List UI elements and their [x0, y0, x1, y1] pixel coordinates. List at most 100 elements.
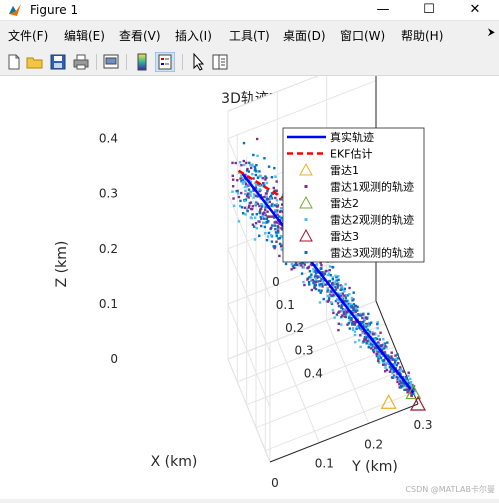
- observation-point: [300, 272, 304, 275]
- observation-point: [382, 338, 385, 341]
- observation-point: [343, 290, 346, 293]
- observation-point: [344, 296, 347, 299]
- observation-point: [273, 224, 277, 227]
- observation-point: [307, 266, 310, 269]
- observation-point: [274, 196, 277, 200]
- observation-point: [327, 294, 331, 298]
- observation-point: [332, 311, 335, 315]
- observation-point: [308, 269, 312, 273]
- observation-point: [336, 286, 339, 289]
- observation-point: [320, 282, 323, 286]
- legend-label: 雷达1: [330, 164, 359, 177]
- pointer-icon[interactable]: [188, 52, 208, 72]
- observation-point: [240, 163, 243, 167]
- observation-point: [258, 170, 261, 173]
- observation-point: [336, 302, 340, 305]
- legend-dot: [304, 218, 308, 221]
- toolbar-separator: [126, 54, 127, 70]
- colorbar-icon[interactable]: [132, 52, 152, 72]
- observation-point: [231, 190, 234, 193]
- observation-point: [277, 231, 280, 234]
- observation-point: [351, 299, 354, 302]
- print-icon[interactable]: [71, 52, 91, 72]
- observation-point: [293, 263, 296, 266]
- observation-point: [337, 278, 340, 281]
- menu-window[interactable]: 窗口(W): [340, 27, 385, 44]
- menu-insert[interactable]: 插入(I): [175, 27, 212, 44]
- observation-point: [242, 159, 246, 163]
- observation-point: [314, 270, 317, 273]
- x-tick-label: 0.3: [294, 344, 313, 358]
- minimize-button[interactable]: —: [360, 0, 406, 20]
- observation-point: [343, 294, 346, 297]
- observation-point: [330, 290, 333, 293]
- observation-point: [263, 211, 266, 214]
- observation-point: [379, 331, 382, 334]
- observation-point: [274, 220, 278, 224]
- z-axis-label: Z (km): [54, 241, 70, 288]
- observation-point: [255, 227, 258, 230]
- observation-point: [310, 273, 313, 276]
- z-tick-label: 0.2: [99, 242, 118, 256]
- y-tick-label: 0.1: [315, 457, 334, 471]
- observation-point: [340, 323, 343, 326]
- observation-point: [333, 316, 336, 319]
- save-icon[interactable]: [48, 52, 68, 72]
- z-tick-label: 0.4: [99, 132, 118, 146]
- menu-help[interactable]: 帮助(H): [401, 27, 443, 44]
- observation-point: [367, 346, 370, 349]
- menu-file[interactable]: 文件(F): [8, 27, 48, 44]
- observation-point: [314, 274, 317, 277]
- observation-point: [243, 199, 246, 203]
- figure-canvas[interactable]: 3D轨迹对比00.10.20.30.400.10.20.300.10.20.30…: [0, 52, 499, 499]
- observation-point: [249, 191, 253, 194]
- observation-point: [343, 287, 346, 291]
- menu-desktop[interactable]: 桌面(D): [283, 27, 326, 44]
- observation-point: [247, 188, 251, 191]
- observation-point: [340, 305, 343, 308]
- observation-point: [331, 266, 335, 269]
- observation-point: [327, 299, 331, 302]
- observation-point: [275, 205, 279, 208]
- observation-point: [275, 189, 278, 192]
- observation-point: [382, 347, 386, 350]
- observation-point: [385, 368, 389, 372]
- new-figure-icon[interactable]: [4, 52, 24, 72]
- observation-point: [270, 240, 274, 243]
- legend-icon[interactable]: [155, 52, 175, 72]
- menu-overflow-icon[interactable]: ⮞: [488, 27, 495, 38]
- observation-point: [244, 213, 247, 216]
- observation-point: [321, 285, 324, 288]
- maximize-button[interactable]: ☐: [406, 0, 452, 20]
- observation-point: [252, 153, 255, 157]
- menu-tools[interactable]: 工具(T): [229, 27, 270, 44]
- observation-point: [290, 268, 293, 271]
- observation-point: [261, 215, 264, 218]
- menu-view[interactable]: 查看(V): [119, 27, 161, 44]
- toolbar: [0, 49, 499, 76]
- observation-point: [249, 166, 253, 170]
- observation-point: [381, 363, 385, 366]
- observation-point: [311, 278, 314, 282]
- property-editor-icon[interactable]: [210, 52, 230, 72]
- observation-point: [320, 263, 323, 267]
- observation-point: [306, 278, 309, 281]
- observation-point: [262, 221, 265, 224]
- 3d-plot[interactable]: 3D轨迹对比00.10.20.30.400.10.20.300.10.20.30…: [0, 52, 499, 499]
- observation-point: [274, 231, 278, 234]
- observation-point: [331, 308, 335, 312]
- observation-point: [279, 207, 283, 210]
- open-folder-icon[interactable]: [25, 52, 45, 72]
- observation-point: [280, 248, 283, 251]
- observation-point: [290, 263, 294, 266]
- observation-point: [244, 182, 248, 186]
- observation-point: [247, 170, 251, 173]
- observation-point: [386, 354, 390, 357]
- observation-point: [342, 312, 346, 316]
- print-preview-icon[interactable]: [101, 52, 121, 72]
- observation-point: [410, 394, 413, 398]
- menu-edit[interactable]: 编辑(E): [64, 27, 105, 44]
- close-button[interactable]: ✕: [452, 0, 498, 20]
- observation-point: [352, 291, 355, 294]
- observation-point: [231, 178, 235, 181]
